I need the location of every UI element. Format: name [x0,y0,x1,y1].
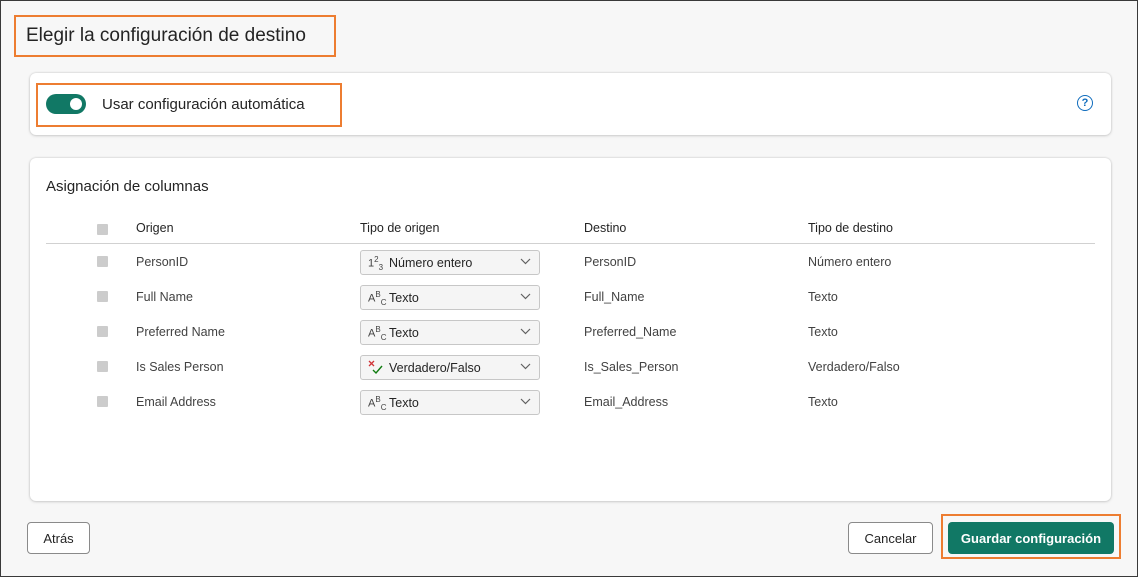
chevron-down-icon [520,328,531,335]
header-destination-type: Tipo de destino [808,221,894,235]
row-checkbox[interactable] [97,361,108,372]
text-type-icon: ABC [368,395,387,412]
destination-column: PersonID [584,255,637,269]
text-type-icon: ABC [368,325,387,342]
source-type-dropdown[interactable]: ABC Texto [360,285,540,310]
destination-column: Preferred_Name [584,325,677,339]
source-type-value: Texto [389,396,419,410]
destination-type: Texto [808,290,838,304]
header-destination: Destino [584,221,627,235]
whole-number-icon: 123 [368,255,384,272]
source-type-value: Texto [389,326,419,340]
select-all-checkbox[interactable] [97,224,108,235]
destination-type: Texto [808,325,838,339]
source-type-value: Verdadero/Falso [389,361,481,375]
source-column: PersonID [136,255,189,269]
row-checkbox[interactable] [97,256,108,267]
boolean-type-icon [368,360,383,375]
destination-column: Email_Address [584,395,669,409]
chevron-down-icon [520,398,531,405]
auto-settings-toggle[interactable] [46,94,86,114]
source-type-dropdown[interactable]: Verdadero/Falso [360,355,540,380]
source-column: Email Address [136,395,216,409]
destination-type: Verdadero/Falso [808,360,900,374]
help-icon[interactable]: ? [1077,95,1093,111]
chevron-down-icon [520,258,531,265]
source-type-value: Número entero [389,256,473,270]
toggle-knob [70,98,82,110]
page-title: Elegir la configuración de destino [26,25,306,46]
header-source-type: Tipo de origen [360,221,440,235]
source-type-dropdown[interactable]: 123 Número entero [360,250,540,275]
destination-type: Número entero [808,255,892,269]
header-source: Origen [136,221,174,235]
source-column: Full Name [136,290,193,304]
save-settings-button[interactable]: Guardar configuración [948,522,1114,554]
auto-settings-label: Usar configuración automática [102,96,305,113]
text-type-icon: ABC [368,290,387,307]
source-type-dropdown[interactable]: ABC Texto [360,390,540,415]
row-checkbox[interactable] [97,291,108,302]
destination-column: Full_Name [584,290,645,304]
destination-type: Texto [808,395,838,409]
row-checkbox[interactable] [97,326,108,337]
back-button[interactable]: Atrás [27,522,90,554]
destination-column: Is_Sales_Person [584,360,679,374]
chevron-down-icon [520,363,531,370]
source-column: Is Sales Person [136,360,224,374]
source-type-value: Texto [389,291,419,305]
source-type-dropdown[interactable]: ABC Texto [360,320,540,345]
chevron-down-icon [520,293,531,300]
source-column: Preferred Name [136,325,225,339]
column-mapping-title: Asignación de columnas [46,178,209,195]
cancel-button[interactable]: Cancelar [848,522,933,554]
header-divider [46,243,1095,244]
row-checkbox[interactable] [97,396,108,407]
